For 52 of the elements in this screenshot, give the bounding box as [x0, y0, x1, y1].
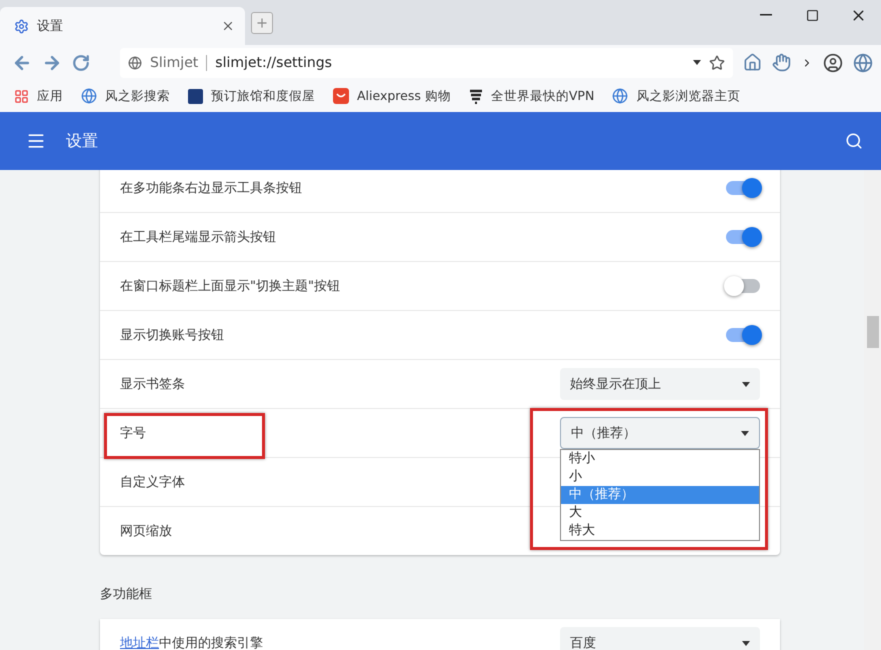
minimize-icon: [760, 14, 772, 16]
row-label: 自定义字体: [120, 474, 185, 491]
toggle-switch[interactable]: [726, 279, 760, 293]
browser-tab[interactable]: 设置: [0, 7, 245, 45]
bookmark-star-button[interactable]: [709, 54, 725, 70]
address-bar-link[interactable]: 地址栏: [120, 636, 159, 650]
bookmark-link[interactable]: 全世界最快的VPN: [468, 88, 594, 104]
section-title: 多功能框: [100, 586, 153, 604]
dropdown-select[interactable]: 始终显示在顶上: [560, 368, 760, 400]
bag-logo-icon: [333, 88, 349, 104]
bookmark-link[interactable]: 风之影搜索: [81, 88, 170, 104]
site-name: Slimjet: [150, 54, 208, 70]
square-logo-icon: [188, 88, 203, 104]
row-label: 网页缩放: [120, 523, 172, 540]
maximize-icon: [806, 8, 818, 22]
tab-title: 设置: [37, 18, 64, 35]
close-tab-button[interactable]: [221, 19, 235, 33]
toggle-switch[interactable]: [726, 230, 760, 244]
apps-grid-icon: [14, 88, 29, 104]
row-label: 地址栏中使用的搜索引擎: [120, 635, 263, 650]
address-field[interactable]: Slimjet slimjet://settings: [120, 48, 733, 78]
reload-button[interactable]: [72, 54, 90, 72]
bookmark-link[interactable]: 风之影浏览器主页: [612, 88, 740, 104]
search-button[interactable]: [845, 132, 863, 150]
plus-icon: [255, 16, 269, 30]
app-title: 设置: [66, 130, 99, 152]
toggle-switch[interactable]: [726, 328, 760, 342]
globe-icon: [612, 88, 628, 104]
row-label: 在多功能条右边显示工具条按钮: [120, 180, 302, 197]
row-label: 显示切换账号按钮: [120, 327, 224, 344]
dropdown-option[interactable]: 中（推荐）: [561, 486, 759, 504]
row-label: 字号: [120, 425, 146, 442]
row-label: 在工具栏尾端显示箭头按钮: [120, 229, 276, 246]
globe-icon: [81, 88, 97, 104]
settings-icon: [14, 18, 29, 34]
hand-button[interactable]: [772, 53, 791, 72]
row-label: 在窗口标题栏上面显示"切换主题"按钮: [120, 278, 340, 295]
row-label: 显示书签条: [120, 376, 185, 393]
dropdown-select[interactable]: 百度: [560, 627, 760, 650]
site-icon: [128, 56, 142, 70]
account-button[interactable]: [823, 52, 843, 72]
bookmark-link[interactable]: Aliexpress 购物: [333, 88, 451, 104]
bookmark-link[interactable]: 应用: [14, 88, 63, 104]
swirl-logo-icon: [468, 88, 483, 104]
dropdown-select[interactable]: 中（推荐）: [560, 417, 760, 449]
new-tab-button[interactable]: [251, 12, 273, 34]
home-button[interactable]: [743, 53, 762, 72]
dropdown-caret-icon[interactable]: [693, 60, 701, 65]
menu-globe-button[interactable]: [853, 52, 873, 72]
bookmark-link[interactable]: 预订旅馆和度假屋: [188, 88, 315, 104]
toggle-switch[interactable]: [726, 181, 760, 195]
url-text: slimjet://settings: [215, 54, 333, 70]
